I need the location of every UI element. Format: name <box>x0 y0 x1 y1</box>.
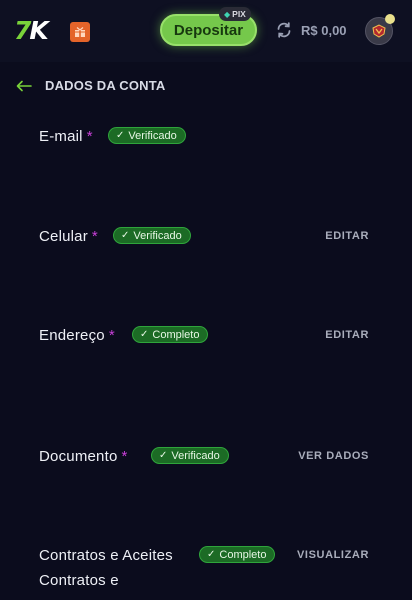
required-mark: * <box>86 128 93 145</box>
status-badge: ✓ Completo <box>199 546 276 563</box>
field-label: Documento * <box>39 448 128 465</box>
pix-icon: ◆ <box>224 9 231 19</box>
view-document-link[interactable]: VER DADOS <box>298 450 369 462</box>
page-title: DADOS DA CONTA <box>45 78 166 93</box>
field-label: E-mail * <box>39 128 93 145</box>
status-label: Completo <box>152 328 200 341</box>
status-badge: ✓ Completo <box>132 326 209 343</box>
pix-label: PIX <box>232 9 246 19</box>
gift-icon[interactable] <box>70 22 90 42</box>
balance-display: R$ 0,00 <box>301 23 347 38</box>
field-contracts: Contratos e Aceites ✓ Completo VISUALIZA… <box>0 545 412 593</box>
account-data-header: DADOS DA CONTA <box>0 70 412 100</box>
edit-address-link[interactable]: EDITAR <box>325 329 369 341</box>
back-arrow-icon[interactable] <box>16 79 32 92</box>
view-contracts-link[interactable]: VISUALIZAR <box>297 549 369 561</box>
field-document: Documento * ✓ Verificado VER DADOS <box>0 446 412 468</box>
required-mark: * <box>91 228 98 245</box>
status-label: Verificado <box>171 449 220 462</box>
refresh-icon[interactable] <box>275 21 293 39</box>
check-icon: ✓ <box>140 329 149 340</box>
field-sublabel: Contratos e <box>39 572 119 589</box>
required-mark: * <box>108 327 115 344</box>
edit-phone-link[interactable]: EDITAR <box>325 230 369 242</box>
top-bar: 7K Depositar ◆ PIX R$ 0,00 <box>0 0 412 62</box>
field-label: Contratos e Aceites <box>39 547 173 564</box>
notification-dot <box>385 14 395 24</box>
field-label: Celular * <box>39 228 98 245</box>
check-icon: ✓ <box>121 230 130 241</box>
status-badge: ✓ Verificado <box>108 127 186 144</box>
brand-logo[interactable]: 7K <box>14 18 49 43</box>
status-badge: ✓ Verificado <box>151 447 229 464</box>
check-icon: ✓ <box>116 130 125 141</box>
status-label: Completo <box>219 548 267 561</box>
field-address: Endereço * ✓ Completo EDITAR <box>0 325 412 347</box>
pix-badge: ◆ PIX <box>219 7 251 21</box>
status-badge: ✓ Verificado <box>113 227 191 244</box>
check-icon: ✓ <box>207 549 216 560</box>
status-label: Verificado <box>128 129 177 142</box>
required-mark: * <box>121 448 128 465</box>
check-icon: ✓ <box>159 450 168 461</box>
status-label: Verificado <box>133 229 182 242</box>
field-phone: Celular * ✓ Verificado EDITAR <box>0 226 412 248</box>
field-label: Endereço * <box>39 327 115 344</box>
field-email: E-mail * ✓ Verificado <box>0 126 412 148</box>
